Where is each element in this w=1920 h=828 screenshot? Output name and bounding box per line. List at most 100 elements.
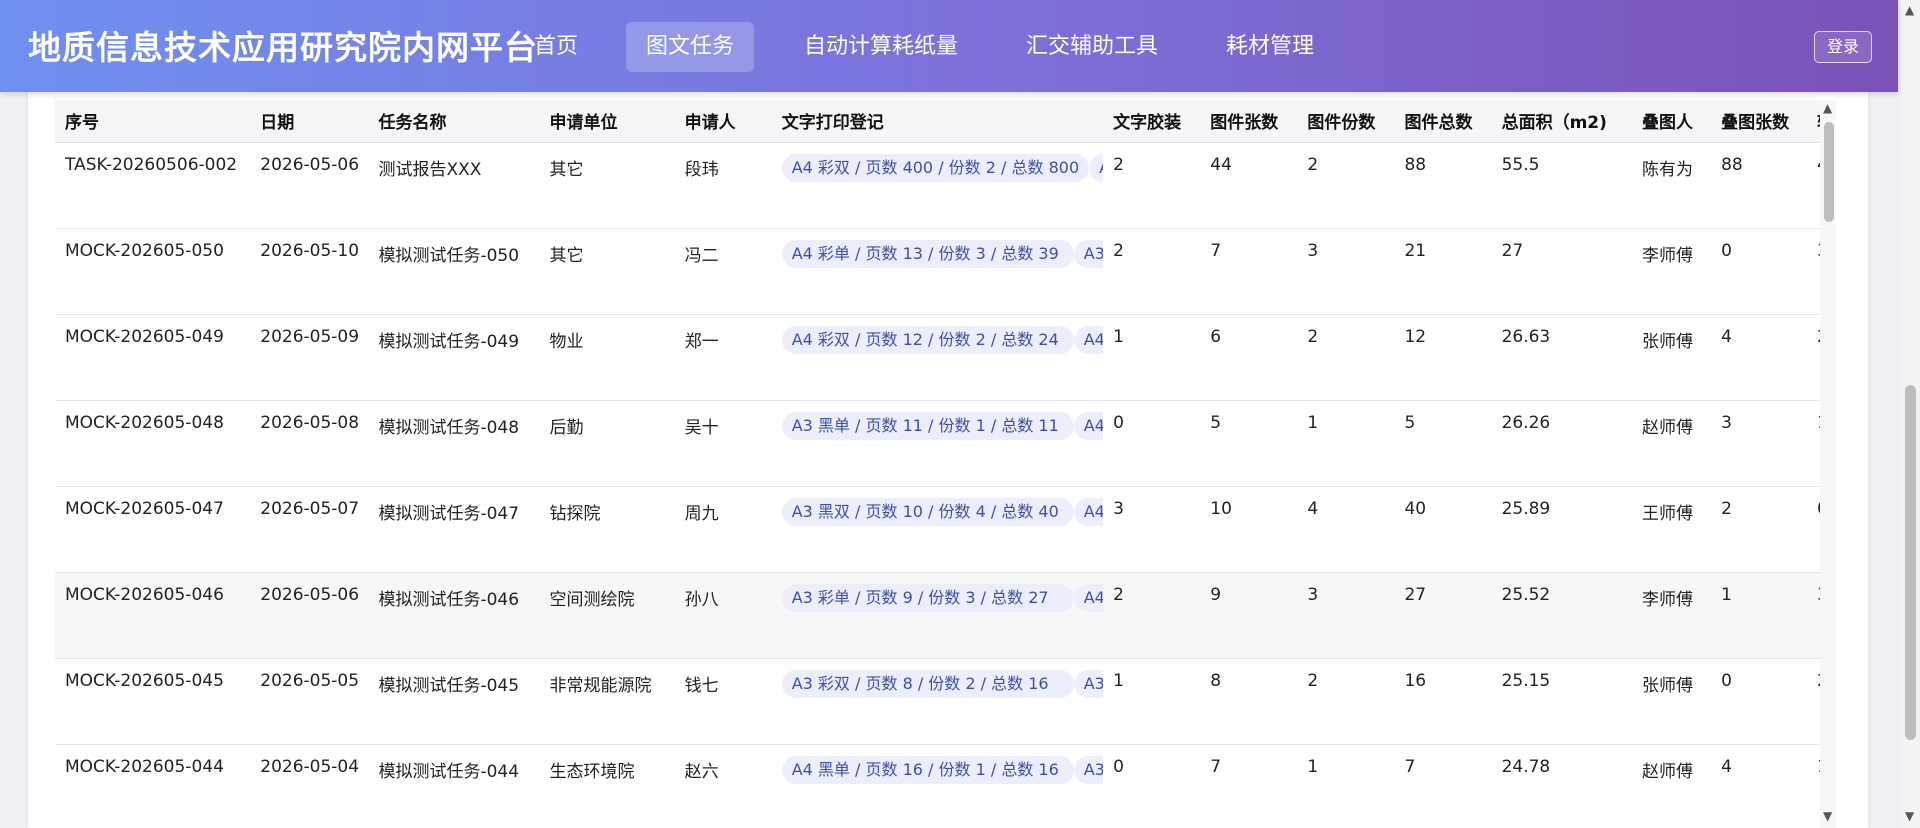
col-header-task-name[interactable]: 任务名称 [368, 100, 540, 143]
row-area-cell: 25.89 [1501, 498, 1551, 519]
table-row[interactable]: MOCK-202605-050 2026-05-10 模拟测试任务-050 其它 冯二 A… [55, 228, 1820, 314]
row-print-cell: A3 彩单 / 页数 9 / 份数 3 / 总数 27A4 彩双 / 页数 8 … [772, 572, 1104, 658]
row-binding-cell: 1 [1113, 670, 1124, 691]
table-row[interactable]: MOCK-202605-045 2026-05-05 模拟测试任务-045 非常规能源… [55, 658, 1820, 744]
row-stack-sheets-cell: 2 [1721, 498, 1732, 519]
nav-home[interactable]: 首页 [514, 22, 598, 72]
print-tag: A3 彩双 / 页数 6 / 份数 1 / 总数 6 [1073, 239, 1104, 268]
row-area-cell: 55.5 [1501, 154, 1540, 175]
row-print-cell: A3 彩双 / 页数 8 / 份数 2 / 总数 16A3 黑单 / 页数 7 … [772, 658, 1104, 744]
site-brand[interactable]: 地质信息技术应用研究院内网平台 [28, 0, 538, 92]
row-task-name-cell: 模拟测试任务-050 [378, 245, 520, 266]
page-scrollbar[interactable]: ▲ ▼ [1900, 0, 1920, 828]
row-stack-sheets-cell: 3 [1721, 412, 1732, 433]
row-convert-cell: 3 [1807, 572, 1820, 658]
print-tags: A4 黑单 / 页数 16 / 份数 1 / 总数 16A3 黑双 / 页数 6… [781, 755, 1104, 790]
print-tags: A3 彩单 / 页数 9 / 份数 3 / 总数 27A4 彩双 / 页数 8 … [781, 583, 1104, 618]
print-tag: A4 彩双 / 页数 12 / 份数 2 / 总数 24 [781, 325, 1074, 354]
row-binding-cell: 2 [1113, 154, 1124, 175]
scroll-down-icon[interactable]: ▼ [1823, 810, 1832, 822]
row-copies-cell: 1 [1307, 412, 1319, 433]
col-header-sheets[interactable]: 图件张数 [1200, 100, 1298, 143]
col-header-convert[interactable]: 转图 [1807, 100, 1820, 143]
print-tag: A4 黑双 / 页数 4 / 份数 2 / 总数 8 [1073, 411, 1104, 440]
row-stack-sheets-cell: 4 [1721, 326, 1732, 347]
row-id-cell: MOCK-202605-050 [65, 240, 224, 261]
col-header-binding[interactable]: 文字胶装 [1103, 100, 1201, 143]
page-scrollbar-thumb[interactable] [1905, 385, 1916, 740]
row-total-cell: 40 [1404, 498, 1427, 519]
row-stacker-cell: 李师傅 [1641, 245, 1693, 266]
row-area-cell: 24.78 [1501, 756, 1551, 777]
row-convert-cell: 1 [1807, 744, 1820, 828]
row-stacker-cell: 赵师傅 [1641, 761, 1693, 782]
page-scroll-up-icon[interactable]: ▲ [1905, 4, 1914, 16]
row-total-cell: 21 [1404, 240, 1427, 261]
col-header-total[interactable]: 图件总数 [1394, 100, 1492, 143]
nav-graphic-tasks[interactable]: 图文任务 [626, 22, 755, 72]
scroll-up-icon[interactable]: ▲ [1823, 102, 1832, 114]
nav-consumables[interactable]: 耗材管理 [1206, 22, 1334, 72]
col-header-copies[interactable]: 图件份数 [1297, 100, 1395, 143]
login-button[interactable]: 登录 [1814, 31, 1872, 63]
row-copies-cell: 2 [1307, 326, 1319, 347]
table-row[interactable]: MOCK-202605-048 2026-05-08 模拟测试任务-048 后勤 吴十 A… [55, 400, 1820, 486]
col-header-unit[interactable]: 申请单位 [539, 100, 675, 143]
row-applicant-cell: 周九 [684, 503, 719, 524]
table-header: 序号 日期 任务名称 申请单位 申请人 文字打印登记 文字胶装 图件张数 图件份… [55, 100, 1820, 143]
table-row[interactable]: MOCK-202605-049 2026-05-09 模拟测试任务-049 物业 郑一 A… [55, 314, 1820, 400]
row-total-cell: 16 [1404, 670, 1427, 691]
col-header-area[interactable]: 总面积（m2) [1491, 100, 1632, 143]
row-unit-cell: 后勤 [549, 417, 584, 438]
row-binding-cell: 2 [1113, 584, 1124, 605]
col-header-date[interactable]: 日期 [250, 100, 369, 143]
row-convert-cell: 2 [1807, 658, 1820, 744]
nav-paper-calculator[interactable]: 自动计算耗纸量 [784, 22, 978, 72]
row-area-cell: 25.52 [1501, 584, 1551, 605]
page-scroll-down-icon[interactable]: ▼ [1905, 810, 1914, 822]
row-unit-cell: 钻探院 [549, 503, 601, 524]
table-scrollbar-thumb[interactable] [1824, 122, 1834, 222]
top-nav-bar: 地质信息技术应用研究院内网平台 首页 图文任务 自动计算耗纸量 汇交辅助工具 耗… [0, 0, 1898, 92]
print-tags: A4 彩双 / 页数 12 / 份数 2 / 总数 24A4 黑单 / 页数 5… [781, 325, 1104, 360]
row-binding-cell: 2 [1113, 240, 1124, 261]
col-header-index[interactable]: 序号 [55, 100, 251, 143]
row-total-cell: 5 [1404, 412, 1416, 433]
row-sheets-cell: 7 [1210, 756, 1222, 777]
row-date-cell: 2026-05-10 [260, 240, 360, 261]
row-stack-sheets-cell: 4 [1721, 756, 1732, 777]
table-row[interactable]: MOCK-202605-047 2026-05-07 模拟测试任务-047 钻探院 周九… [55, 486, 1820, 572]
print-tag: A4 彩单 / 页数 13 / 份数 3 / 总数 39 [781, 239, 1074, 268]
row-stacker-cell: 李师傅 [1641, 589, 1693, 610]
row-unit-cell: 其它 [549, 159, 584, 180]
row-copies-cell: 2 [1307, 154, 1319, 175]
table-row[interactable]: MOCK-202605-044 2026-05-04 模拟测试任务-044 生态环境院… [55, 744, 1820, 828]
print-tags: A3 黑双 / 页数 10 / 份数 4 / 总数 40A4 彩单 / 页数 9… [781, 497, 1104, 532]
row-total-cell: 27 [1404, 584, 1427, 605]
row-task-name-cell: 模拟测试任务-047 [378, 503, 520, 524]
row-binding-cell: 0 [1113, 756, 1124, 777]
col-header-stack-sheets[interactable]: 叠图张数 [1711, 100, 1808, 143]
col-header-stacker[interactable]: 叠图人 [1631, 100, 1712, 143]
row-binding-cell: 0 [1113, 412, 1124, 433]
table-row[interactable]: TASK-20260506-002 2026-05-06 测试报告XXX 其它 段玮 A4… [55, 142, 1820, 228]
row-stack-sheets-cell: 0 [1721, 670, 1732, 691]
col-header-applicant[interactable]: 申请人 [674, 100, 772, 143]
row-print-cell: A4 彩单 / 页数 13 / 份数 3 / 总数 39A3 彩双 / 页数 6… [772, 228, 1104, 314]
print-tags: A4 彩单 / 页数 13 / 份数 3 / 总数 39A3 彩双 / 页数 6… [781, 239, 1104, 274]
table-scrollbar[interactable]: ▲ ▼ [1820, 100, 1836, 828]
row-total-cell: 12 [1404, 326, 1427, 347]
row-applicant-cell: 赵六 [684, 761, 719, 782]
print-tags: A3 彩双 / 页数 8 / 份数 2 / 总数 16A3 黑单 / 页数 7 … [781, 669, 1104, 704]
row-total-cell: 7 [1404, 756, 1416, 777]
row-sheets-cell: 10 [1210, 498, 1232, 519]
row-area-cell: 27 [1501, 240, 1524, 261]
nav-submission-tools[interactable]: 汇交辅助工具 [1006, 22, 1178, 72]
row-unit-cell: 生态环境院 [549, 761, 635, 782]
table-row[interactable]: MOCK-202605-046 2026-05-06 模拟测试任务-046 空间测绘院… [55, 572, 1820, 658]
row-task-name-cell: 模拟测试任务-045 [378, 675, 520, 696]
row-area-cell: 26.26 [1501, 412, 1551, 433]
col-header-print-registration[interactable]: 文字打印登记 [771, 100, 1104, 143]
row-sheets-cell: 6 [1210, 326, 1222, 347]
row-copies-cell: 3 [1307, 584, 1319, 605]
